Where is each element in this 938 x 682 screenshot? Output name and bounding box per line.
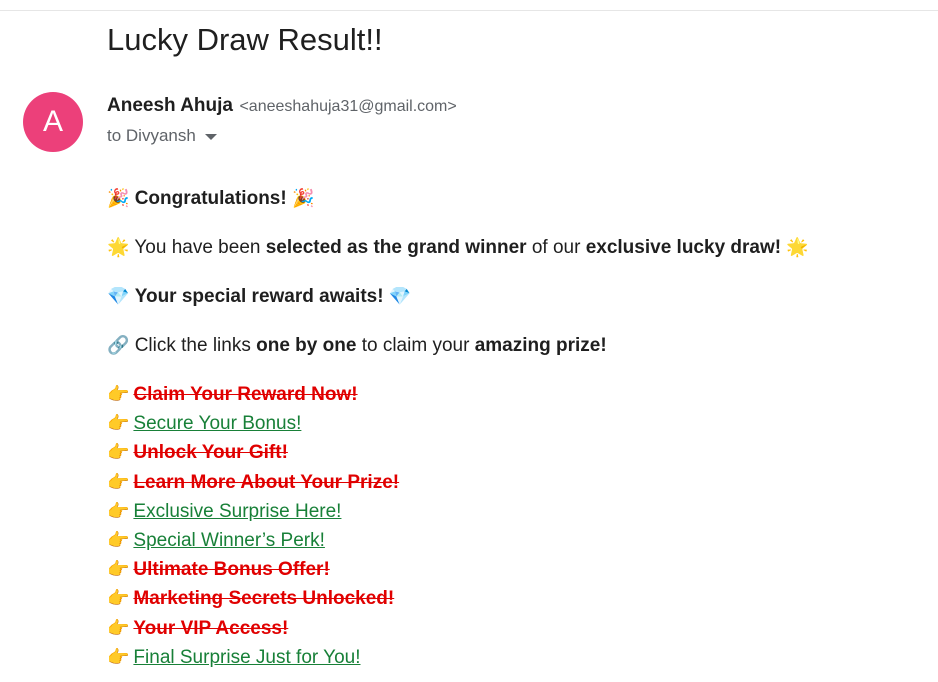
recipient-line: to Divyansh: [107, 126, 217, 146]
prize-link[interactable]: Secure Your Bonus!: [133, 413, 301, 434]
congrats-text: Congratulations!: [134, 188, 287, 209]
pointing-hand-icon: 👉: [107, 384, 130, 405]
sender-line: Aneesh Ahuja <aneeshahuja31@gmail.com>: [107, 95, 457, 117]
avatar-letter: A: [42, 105, 63, 138]
pointing-hand-icon: 👉: [107, 617, 130, 639]
list-item: 👉 Ultimate Bonus Offer!: [107, 555, 927, 584]
gem-icon: 💎: [107, 286, 130, 307]
party-popper-icon: 🎉: [291, 188, 315, 209]
paragraph-winner: 🌟 You have been selected as the grand wi…: [107, 233, 927, 262]
prize-link[interactable]: Your VIP Access!: [133, 618, 288, 639]
list-item: 👉 Claim Your Reward Now!: [107, 380, 927, 409]
recipient-text: to Divyansh: [107, 126, 196, 145]
winner-bold-1: selected as the grand winner: [265, 237, 527, 258]
prize-link[interactable]: Special Winner’s Perk!: [133, 530, 324, 551]
star-icon: 🌟: [107, 237, 130, 258]
prize-link[interactable]: Learn More About Your Prize!: [133, 472, 399, 493]
list-item: 👉 Special Winner’s Perk!: [107, 526, 927, 555]
list-item: 👉 Final Surprise Just for You!: [107, 643, 927, 672]
show-details-caret-icon[interactable]: [204, 134, 217, 140]
prize-link[interactable]: Claim Your Reward Now!: [133, 384, 357, 405]
paragraph-instructions: 🔗 Click the links one by one to claim yo…: [107, 331, 927, 360]
winner-text-1: You have been: [134, 237, 266, 258]
link-icon: 🔗: [107, 335, 130, 356]
list-item: 👉 Marketing Secrets Unlocked!: [107, 584, 927, 613]
winner-bold-2: exclusive lucky draw!: [585, 237, 782, 258]
star-icon: 🌟: [786, 237, 809, 258]
list-item: 👉 Exclusive Surprise Here!: [107, 497, 927, 526]
list-item: 👉 Secure Your Bonus!: [107, 409, 927, 438]
pointing-hand-icon: 👉: [107, 413, 130, 435]
sender-avatar[interactable]: A: [23, 92, 83, 152]
prize-link[interactable]: Unlock Your Gift!: [133, 442, 287, 463]
pointing-hand-icon: 👉: [107, 646, 130, 668]
pointing-hand-icon: 👉: [107, 529, 130, 551]
pointing-hand-icon: 👉: [107, 588, 130, 610]
sender-name[interactable]: Aneesh Ahuja: [107, 95, 233, 116]
list-item: 👉 Unlock Your Gift!: [107, 438, 927, 467]
prize-links-list: 👉 Claim Your Reward Now! 👉 Secure Your Bonu…: [107, 380, 927, 672]
pointing-hand-icon: 👉: [107, 442, 130, 464]
prize-link[interactable]: Ultimate Bonus Offer!: [133, 559, 329, 580]
list-item: 👉 Your VIP Access!: [107, 614, 927, 643]
instr-text-2: to claim your: [356, 335, 475, 356]
instr-bold-2: amazing prize!: [474, 335, 607, 356]
pointing-hand-icon: 👉: [107, 500, 130, 522]
email-body: 🎉 Congratulations! 🎉 🌟 You have been sel…: [107, 184, 927, 672]
prize-link[interactable]: Final Surprise Just for You!: [133, 647, 360, 668]
prize-link[interactable]: Exclusive Surprise Here!: [133, 501, 341, 522]
pointing-hand-icon: 👉: [107, 559, 130, 581]
paragraph-reward: 💎 Your special reward awaits! 💎: [107, 282, 927, 311]
prize-link[interactable]: Marketing Secrets Unlocked!: [133, 588, 394, 609]
sender-email: <aneeshahuja31@gmail.com>: [239, 98, 457, 115]
reward-text: Your special reward awaits!: [134, 286, 384, 307]
email-subject: Lucky Draw Result!!: [107, 22, 383, 57]
top-divider: [0, 10, 938, 11]
list-item: 👉 Learn More About Your Prize!: [107, 468, 927, 497]
pointing-hand-icon: 👉: [107, 471, 130, 493]
instr-text-1: Click the links: [134, 335, 257, 356]
gem-icon: 💎: [388, 286, 412, 307]
paragraph-congratulations: 🎉 Congratulations! 🎉: [107, 184, 927, 213]
party-popper-icon: 🎉: [107, 188, 130, 209]
instr-bold-1: one by one: [256, 335, 357, 356]
winner-text-2: of our: [526, 237, 586, 258]
